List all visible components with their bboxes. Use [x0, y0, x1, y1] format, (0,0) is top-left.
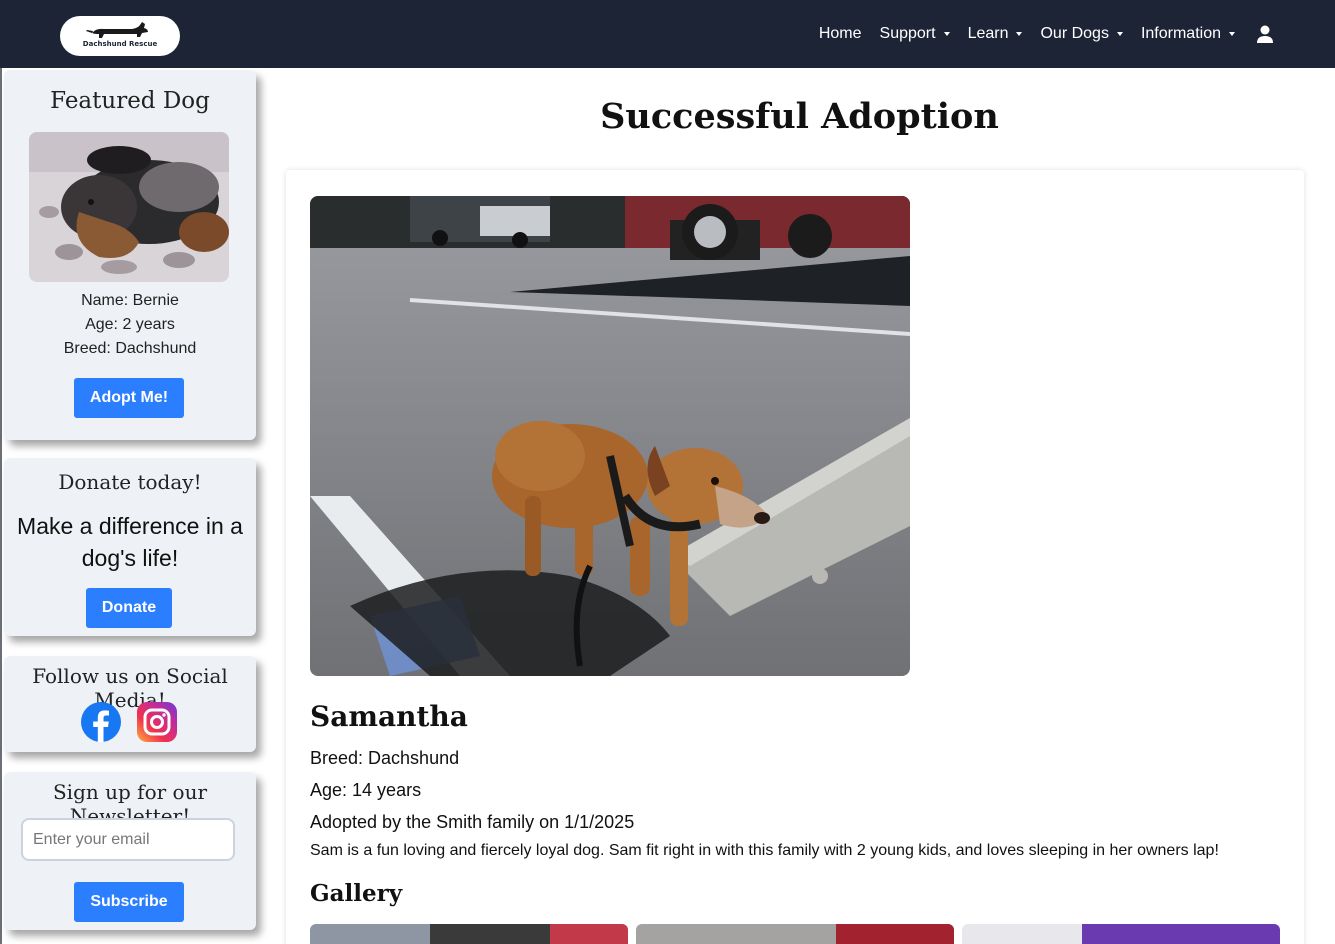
logo-text: Dachshund Rescue	[82, 40, 158, 48]
chevron-down-icon	[1116, 32, 1123, 36]
subscribe-button[interactable]: Subscribe	[74, 882, 184, 922]
adoption-card: Samantha Breed: Dachshund Age: 14 years …	[286, 170, 1304, 944]
chevron-down-icon	[943, 32, 950, 36]
donate-title: Donate today!	[58, 470, 202, 494]
instagram-icon[interactable]	[137, 702, 177, 742]
featured-dog-photo	[29, 132, 229, 282]
dog-description: Sam is a fun loving and fiercely loyal d…	[310, 842, 1219, 859]
adopted-dog-photo	[310, 196, 910, 676]
nav-our-dogs-label: Our Dogs	[1040, 25, 1109, 42]
page-title: Successful Adoption	[600, 96, 999, 137]
nav-support-label: Support	[879, 25, 936, 42]
chevron-down-icon	[1229, 32, 1235, 36]
featured-dog-card: Featured Dog Name: Bernie Age: 2 years B…	[4, 70, 256, 440]
nav-links: Home Support Learn Our Dogs Information	[801, 0, 1275, 68]
gallery-image[interactable]	[962, 924, 1280, 944]
nav-home[interactable]: Home	[819, 25, 862, 43]
nav-learn[interactable]: Learn	[968, 25, 1023, 43]
donate-tagline: Make a difference in a dog's life!	[17, 513, 243, 571]
newsletter-card: Sign up for our Newsletter! Subscribe	[4, 772, 256, 930]
nav-information[interactable]: Information	[1141, 25, 1235, 43]
user-icon[interactable]	[1255, 24, 1275, 44]
dog-breed: Breed: Dachshund	[310, 748, 460, 768]
adopt-me-button[interactable]: Adopt Me!	[74, 378, 184, 418]
gallery-image[interactable]	[636, 924, 954, 944]
email-field[interactable]	[21, 818, 235, 861]
nav-home-label: Home	[818, 25, 862, 42]
sidebar: Featured Dog Name: Bernie Age: 2 years B…	[0, 68, 264, 944]
featured-dog-age: Age: 2 years	[85, 316, 175, 333]
site-logo[interactable]: Dachshund Rescue	[60, 16, 180, 56]
social-card: Follow us on Social Media!	[4, 656, 256, 752]
featured-dog-breed: Breed: Dachshund	[63, 340, 197, 357]
chevron-down-icon	[1016, 32, 1023, 36]
nav-learn-label: Learn	[967, 25, 1009, 42]
dog-name: Samantha	[310, 700, 468, 733]
featured-dog-title: Featured Dog	[50, 88, 210, 114]
nav-our-dogs[interactable]: Our Dogs	[1040, 25, 1123, 43]
donate-card: Donate today! Make a difference in a dog…	[4, 458, 256, 636]
gallery-title: Gallery	[310, 880, 403, 907]
featured-dog-name: Name: Bernie	[81, 292, 179, 309]
facebook-icon[interactable]	[81, 702, 121, 742]
nav-support[interactable]: Support	[880, 25, 950, 43]
donate-button[interactable]: Donate	[86, 588, 172, 628]
social-title: Follow us on Social Media!	[32, 664, 228, 712]
navbar: Dachshund Rescue Home Support Learn Our …	[0, 0, 1335, 68]
dog-age: Age: 14 years	[310, 780, 422, 800]
gallery-image[interactable]	[310, 924, 628, 944]
nav-information-label: Information	[1140, 25, 1221, 42]
adoption-info: Adopted by the Smith family on 1/1/2025	[310, 812, 635, 832]
